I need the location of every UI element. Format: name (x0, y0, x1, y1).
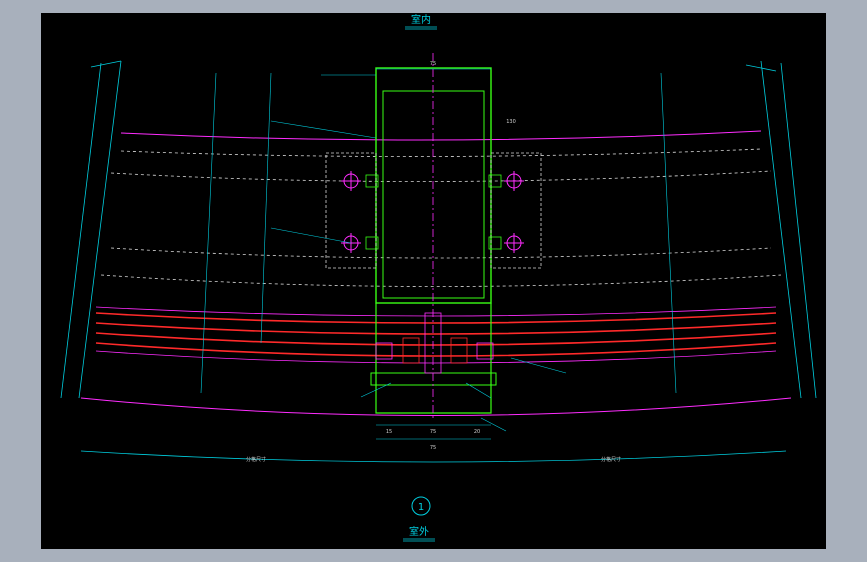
interior-title-underline (405, 26, 437, 30)
leader-2 (270, 120, 377, 139)
mullion-tube (375, 67, 492, 304)
interior-title: 室内 (411, 13, 431, 26)
right-dimension-label: 130 (506, 119, 516, 125)
left-guide-1 (200, 72, 217, 394)
leader-3 (270, 227, 352, 244)
right-dimension-line-outer (760, 60, 802, 399)
gasket-right (450, 337, 468, 364)
bottom-dim-mid-label: 75 (430, 429, 436, 435)
mullion-tube-inner (382, 90, 485, 299)
dashed-arc-2 (110, 170, 772, 182)
bottom-dimension-arc (80, 450, 787, 463)
section-number: 1 (418, 502, 424, 513)
bolt-right-bottom (504, 233, 524, 253)
exterior-title-underline (403, 538, 435, 542)
cad-drawing-viewport[interactable]: 室内 室外 1 75 130 15 75 20 75 分格尺寸 分格尺寸 (41, 13, 826, 549)
top-dimension-label: 75 (430, 61, 436, 67)
dashed-arc-4 (100, 274, 782, 287)
bottom-dim-left-label: 15 (386, 429, 392, 435)
glass-layer-1 (95, 312, 777, 324)
glass-layer-3 (95, 332, 777, 346)
left-tick-top (90, 60, 122, 68)
bolt-right-top (504, 171, 524, 191)
left-dimension-line-inner (78, 60, 122, 399)
pressure-plate (370, 372, 497, 386)
right-extent-label: 分格尺寸 (601, 456, 621, 463)
right-dimension-line-inner (780, 62, 817, 399)
left-guide-2 (260, 72, 272, 344)
bolt-left-top (341, 171, 361, 191)
mullion-bottom-cap (375, 303, 492, 414)
exterior-title: 室外 (409, 525, 429, 538)
left-dimension-line-outer (60, 62, 102, 399)
left-extent-label: 分格尺寸 (246, 456, 266, 463)
leader-6 (510, 357, 567, 374)
right-bracket (490, 152, 542, 269)
dashed-arc-3 (110, 247, 772, 259)
bottom-dim-right-label: 20 (474, 429, 480, 435)
right-guide-1 (660, 72, 677, 394)
gasket-left (402, 337, 420, 364)
right-tick-top (745, 64, 777, 72)
leader-7 (480, 417, 507, 432)
glass-layer-2 (95, 322, 777, 335)
mullion-section-drawing: 室内 室外 1 75 130 15 75 20 75 分格尺寸 分格尺寸 (60, 13, 817, 542)
bottom-total-label: 75 (430, 445, 436, 451)
outer-arc-top (120, 130, 762, 141)
glass-edge-magenta-1 (95, 306, 777, 317)
